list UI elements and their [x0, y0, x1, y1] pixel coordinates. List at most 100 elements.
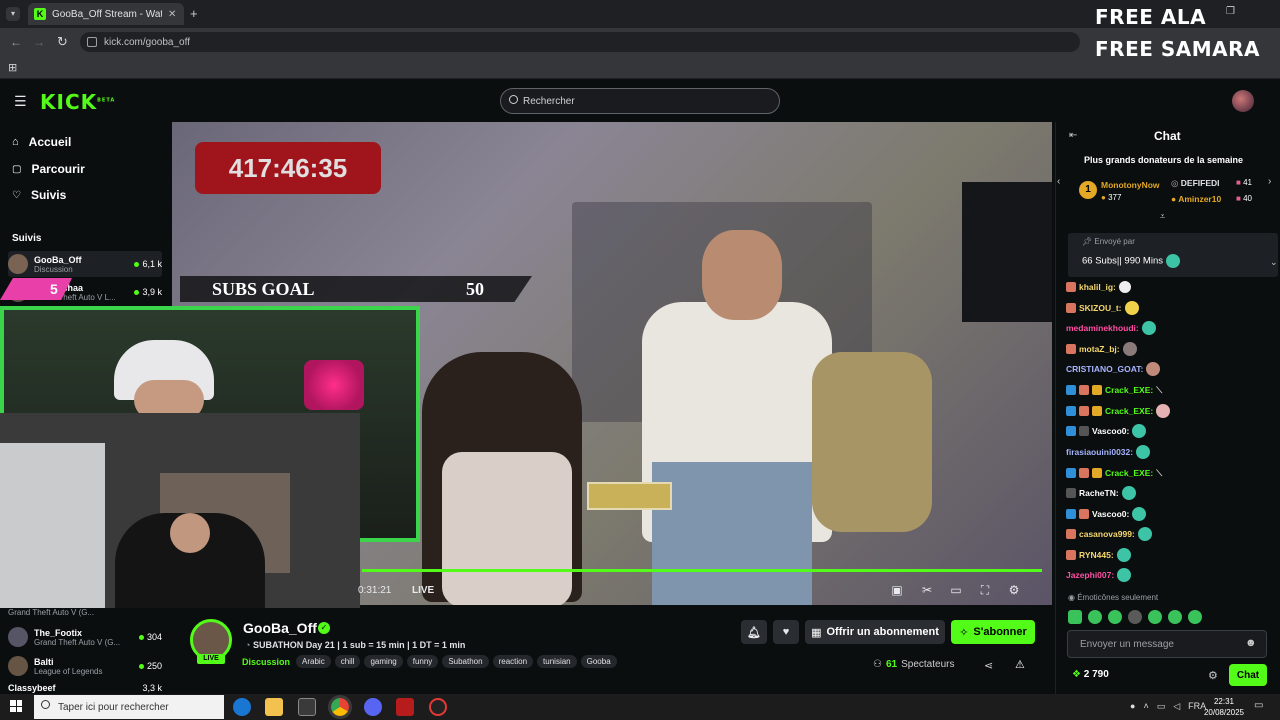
- pepe-emote-icon: [1136, 445, 1151, 459]
- tag[interactable]: Subathon: [442, 655, 489, 668]
- following-item-partial[interactable]: Grand Theft Auto V (G...: [8, 605, 162, 619]
- donor-name[interactable]: ◎ DEFIFEDI: [1171, 178, 1220, 189]
- theater-mode-icon[interactable]: ▭: [949, 583, 963, 597]
- chat-username[interactable]: Crack_EXE:: [1105, 468, 1153, 478]
- donor-name[interactable]: ● Aminzer10: [1171, 194, 1221, 204]
- chat-username[interactable]: SKIZOU_t:: [1079, 303, 1122, 313]
- emote-icon[interactable]: [1128, 610, 1142, 624]
- pepe-emote-icon: [1132, 424, 1147, 438]
- window-restore-icon[interactable]: ❐: [1226, 6, 1235, 17]
- chat-username[interactable]: firasiaouini0032:: [1066, 447, 1133, 457]
- tag[interactable]: gaming: [364, 655, 403, 668]
- edge-icon[interactable]: [233, 698, 251, 716]
- new-tab-button[interactable]: +: [190, 6, 198, 21]
- nav-label: Suivis: [30, 188, 67, 202]
- chat-username[interactable]: RYN445:: [1079, 550, 1114, 560]
- chrome-icon[interactable]: [328, 695, 352, 719]
- category-link[interactable]: Discussion: [242, 657, 290, 667]
- site-info-icon[interactable]: [87, 37, 97, 47]
- chat-username[interactable]: motaZ_bj:: [1079, 344, 1120, 354]
- report-warning-icon[interactable]: ⚠: [1015, 658, 1025, 671]
- tag[interactable]: Gooba: [580, 655, 617, 668]
- nav-item-following[interactable]: ♡ Suivis: [12, 188, 66, 202]
- discord-icon[interactable]: [364, 698, 382, 716]
- pinned-collapse-icon[interactable]: ⌄: [1270, 257, 1278, 268]
- app-icon[interactable]: [396, 698, 414, 716]
- tag[interactable]: funny: [406, 655, 439, 668]
- following-item-balti[interactable]: Balti League of Legends 250: [8, 653, 162, 679]
- file-explorer-icon[interactable]: [265, 698, 283, 716]
- reload-button[interactable]: ↻: [57, 34, 68, 50]
- chat-send-button[interactable]: Chat: [1229, 664, 1267, 686]
- tag[interactable]: tunisian: [537, 655, 577, 668]
- chat-username[interactable]: CRISTIANO_GOAT:: [1066, 364, 1143, 374]
- chat-settings-gear-icon[interactable]: ⚙: [1208, 669, 1218, 682]
- chat-username[interactable]: Crack_EXE:: [1105, 385, 1153, 395]
- chat-message-input[interactable]: Envoyer un message: [1067, 630, 1267, 658]
- chat-username[interactable]: medaminekhoudi:: [1066, 323, 1139, 333]
- chat-message: SKIZOU_t:: [1066, 301, 1139, 315]
- tab-search-button[interactable]: ▾: [6, 7, 20, 21]
- pip-icon[interactable]: ▣: [890, 583, 904, 597]
- notification-bell-button[interactable]: 🔔︎: [741, 620, 767, 644]
- donors-expand-icon[interactable]: ⩡: [1160, 211, 1165, 222]
- search-input[interactable]: Rechercher: [500, 88, 780, 114]
- video-progress-bar[interactable]: [362, 569, 1042, 572]
- forward-button[interactable]: →: [33, 35, 45, 49]
- system-tray[interactable]: ● ˄ ▭ ◁ FRA: [1130, 701, 1206, 712]
- emote-icon[interactable]: [1068, 610, 1082, 624]
- obs-icon[interactable]: [429, 698, 447, 716]
- share-icon[interactable]: ⋖: [984, 659, 993, 672]
- chat-username[interactable]: Jazephi007:: [1066, 570, 1114, 580]
- emote-icon[interactable]: [1168, 610, 1182, 624]
- chat-username[interactable]: Vascoo0:: [1092, 426, 1129, 436]
- browser-tab-active[interactable]: K GooBa_Off Stream - Watch Live ✕: [28, 3, 184, 25]
- gift-icon: ▦: [811, 626, 822, 639]
- windows-start-icon[interactable]: [10, 700, 22, 712]
- store-icon[interactable]: [298, 698, 316, 716]
- tab-close-icon[interactable]: ✕: [168, 9, 176, 20]
- donors-prev-icon[interactable]: ‹: [1057, 176, 1060, 187]
- donor-name[interactable]: MonotonyNow: [1101, 180, 1160, 190]
- apps-grid-icon[interactable]: ⊞: [8, 61, 17, 74]
- nav-item-browse[interactable]: ▢ Parcourir: [12, 162, 85, 176]
- tag[interactable]: chill: [334, 655, 361, 668]
- back-button[interactable]: ←: [10, 35, 22, 49]
- chat-username[interactable]: khalil_ig:: [1079, 282, 1116, 292]
- kick-logo[interactable]: KICKBETA: [40, 90, 115, 114]
- following-item-footix[interactable]: The_Footix Grand Theft Auto V (G... 304: [8, 624, 162, 650]
- fullscreen-icon[interactable]: ⛶: [978, 583, 992, 597]
- chat-username[interactable]: casanova999:: [1079, 529, 1135, 539]
- channel-points[interactable]: ❖ 2 790: [1072, 669, 1109, 680]
- stream-info-bar: [362, 605, 1052, 694]
- emote-icon[interactable]: [1108, 610, 1122, 624]
- tag[interactable]: reaction: [492, 655, 534, 668]
- address-bar[interactable]: kick.com/gooba_off: [80, 32, 1080, 52]
- emote-icon[interactable]: [1188, 610, 1202, 624]
- following-item-gooba[interactable]: GooBa_Off Discussion 6,1 k: [8, 251, 162, 277]
- streamer-name[interactable]: GooBa_Off: [243, 620, 317, 636]
- menu-hamburger-icon[interactable]: ☰: [14, 93, 27, 110]
- notifications-icon[interactable]: ▭: [1254, 700, 1263, 711]
- tag[interactable]: Arabic: [296, 655, 331, 668]
- following-item-classybeef[interactable]: Classybeef 3,3 k: [8, 682, 162, 694]
- user-avatar[interactable]: [1232, 90, 1254, 112]
- clip-icon[interactable]: ✂: [920, 583, 934, 597]
- chat-username[interactable]: RacheTN:: [1079, 488, 1119, 498]
- emote-icon[interactable]: [1148, 610, 1162, 624]
- nav-item-home[interactable]: ⌂ Accueil: [12, 135, 71, 149]
- emote-icon[interactable]: [1088, 610, 1102, 624]
- gift-subscription-button[interactable]: ▦ Offrir un abonnement: [805, 620, 945, 644]
- subscribe-button[interactable]: ✧ S'abonner: [951, 620, 1035, 644]
- donors-next-icon[interactable]: ›: [1268, 176, 1271, 187]
- emoji-picker-icon[interactable]: ☻: [1245, 637, 1257, 649]
- settings-gear-icon[interactable]: ⚙: [1007, 583, 1021, 597]
- pinned-text-content: 66 Subs|| 990 Mins: [1082, 255, 1163, 267]
- pepe-emote-icon: [1117, 568, 1132, 582]
- collapse-chat-icon[interactable]: ⇤: [1069, 130, 1077, 141]
- chat-username[interactable]: Vascoo0:: [1092, 509, 1129, 519]
- chat-username[interactable]: Crack_EXE:: [1105, 406, 1153, 416]
- taskbar-search-input[interactable]: Taper ici pour rechercher: [34, 695, 224, 719]
- follow-heart-button[interactable]: ♥: [773, 620, 799, 644]
- clock[interactable]: 22:31 20/08/2025: [1202, 696, 1246, 718]
